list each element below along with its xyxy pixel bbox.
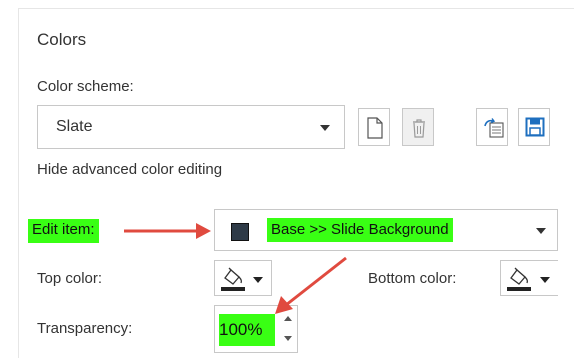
edit-item-label: Edit item: xyxy=(28,219,99,243)
spin-down-button[interactable] xyxy=(281,330,295,348)
top-color-label: Top color: xyxy=(37,270,103,287)
top-color-picker[interactable] xyxy=(214,260,272,296)
color-scheme-value: Slate xyxy=(56,118,93,135)
trash-icon xyxy=(413,119,425,138)
panel-left-border xyxy=(18,8,19,358)
color-swatch xyxy=(231,223,249,241)
colors-panel: Colors Color scheme: Slate Hide advanced… xyxy=(0,0,574,358)
chevron-down-icon xyxy=(536,228,546,234)
new-document-icon xyxy=(367,117,383,139)
import-icon xyxy=(484,118,504,138)
transparency-value[interactable]: 100% xyxy=(219,314,275,346)
chevron-down-icon xyxy=(253,277,263,283)
paint-bucket-icon xyxy=(507,267,531,291)
new-scheme-button[interactable] xyxy=(358,108,390,146)
section-title: Colors xyxy=(37,30,87,49)
chevron-down-icon xyxy=(540,277,550,283)
bottom-color-picker[interactable] xyxy=(500,260,558,296)
import-scheme-button[interactable] xyxy=(476,108,508,146)
paint-bucket-icon xyxy=(221,267,245,291)
panel-top-border xyxy=(18,8,574,9)
delete-scheme-button[interactable] xyxy=(402,108,434,146)
arrow-to-edit-item xyxy=(124,223,211,239)
transparency-spinner[interactable]: 100% xyxy=(214,305,298,353)
edit-item-value: Base >> Slide Background xyxy=(267,218,453,242)
edit-item-dropdown[interactable]: Base >> Slide Background xyxy=(214,209,558,251)
color-scheme-label: Color scheme: xyxy=(37,78,134,95)
transparency-label: Transparency: xyxy=(37,320,133,337)
arrow-up-icon xyxy=(284,316,292,321)
chevron-down-icon xyxy=(320,125,330,131)
bottom-color-label: Bottom color: xyxy=(368,270,457,287)
color-scheme-dropdown[interactable]: Slate xyxy=(37,105,345,149)
floppy-disk-icon xyxy=(525,117,545,137)
save-scheme-button[interactable] xyxy=(518,108,550,146)
spin-up-button[interactable] xyxy=(281,310,295,328)
hide-advanced-color-editing-link[interactable]: Hide advanced color editing xyxy=(37,161,222,178)
arrow-down-icon xyxy=(284,336,292,341)
